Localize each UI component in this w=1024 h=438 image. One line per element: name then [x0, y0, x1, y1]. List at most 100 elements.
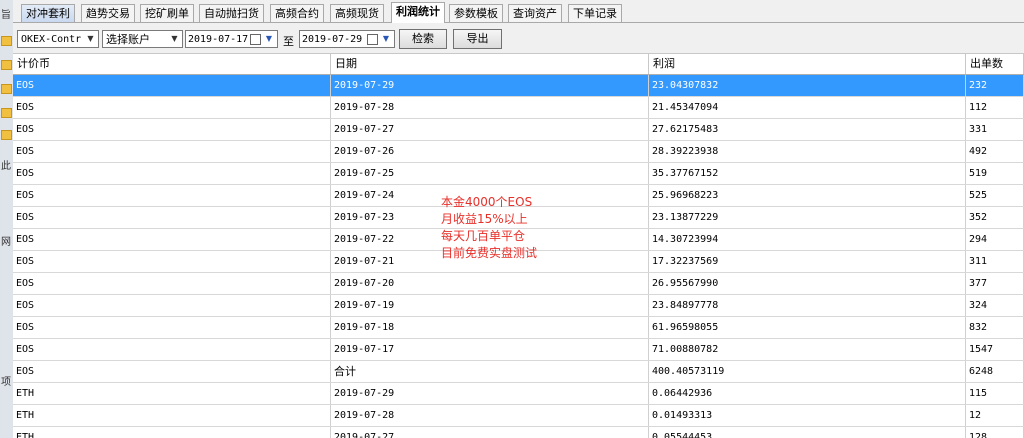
account-select-value: 选择账户 — [106, 33, 150, 46]
tab-trend-trading[interactable]: 趋势交易 — [81, 4, 135, 22]
cell-profit: 0.06442936 — [649, 383, 966, 404]
folder-icon[interactable] — [1, 108, 12, 118]
cell-profit: 71.00880782 — [649, 339, 966, 360]
search-button[interactable]: 检索 — [399, 29, 447, 49]
cell-currency: EOS — [13, 207, 331, 228]
cell-date: 2019-07-28 — [331, 405, 649, 426]
date-to-picker[interactable]: 2019-07-29 ▼ — [299, 30, 395, 48]
cell-order-count: 519 — [966, 163, 1024, 184]
cell-profit: 28.39223938 — [649, 141, 966, 162]
cell-order-count: 232 — [966, 75, 1024, 96]
table-row[interactable]: EOS 2019-07-20 26.95567990 377 — [13, 273, 1024, 295]
tab-hf-spot[interactable]: 高频现货 — [330, 4, 384, 22]
table-row[interactable]: EOS 2019-07-26 28.39223938 492 — [13, 141, 1024, 163]
column-header-order-count[interactable]: 出单数 — [966, 54, 1024, 74]
table-row[interactable]: EOS 2019-07-27 27.62175483 331 — [13, 119, 1024, 141]
table-row[interactable]: EOS 2019-07-17 71.00880782 1547 — [13, 339, 1024, 361]
cell-date: 2019-07-27 — [331, 119, 649, 140]
chevron-down-icon: ▼ — [171, 34, 178, 43]
folder-icon[interactable] — [1, 84, 12, 94]
table-row[interactable]: ETH 2019-07-28 0.01493313 12 — [13, 405, 1024, 427]
table-row[interactable]: ETH 2019-07-27 0.05544453 128 — [13, 427, 1024, 438]
tab-order-records[interactable]: 下单记录 — [568, 4, 622, 22]
cell-order-count: 525 — [966, 185, 1024, 206]
table-row[interactable]: EOS 2019-07-25 35.37767152 519 — [13, 163, 1024, 185]
cell-profit: 21.45347094 — [649, 97, 966, 118]
tab-query-assets[interactable]: 查询资产 — [508, 4, 562, 22]
cell-order-count: 377 — [966, 273, 1024, 294]
cell-profit: 26.95567990 — [649, 273, 966, 294]
table-row[interactable]: EOS 2019-07-29 23.04307832 232 — [13, 75, 1024, 97]
cell-order-count: 128 — [966, 427, 1024, 438]
cell-currency: EOS — [13, 251, 331, 272]
column-header-date[interactable]: 日期 — [331, 54, 649, 74]
cell-date: 2019-07-27 — [331, 427, 649, 438]
promo-annotation: 本金4000个EOS 月收益15%以上 每天几百单平仓 目前免费实盘测试 — [441, 194, 537, 262]
cell-order-count: 112 — [966, 97, 1024, 118]
cell-date: 2019-07-20 — [331, 273, 649, 294]
calendar-icon — [250, 34, 261, 45]
cell-order-count: 115 — [966, 383, 1024, 404]
annotation-line: 月收益15%以上 — [441, 212, 528, 226]
cell-date: 2019-07-26 — [331, 141, 649, 162]
tab-auto-sweep[interactable]: 自动抛扫货 — [199, 4, 264, 22]
left-glyph: 此 — [1, 161, 11, 172]
column-header-currency[interactable]: 计价币 — [13, 54, 331, 74]
table-row[interactable]: ETH 2019-07-29 0.06442936 115 — [13, 383, 1024, 405]
tab-param-templates[interactable]: 参数模板 — [449, 4, 503, 22]
folder-icon[interactable] — [1, 36, 12, 46]
cell-order-count: 832 — [966, 317, 1024, 338]
tab-hedge-arbitrage[interactable]: 对冲套利 — [21, 4, 75, 22]
cell-currency: EOS — [13, 97, 331, 118]
folder-icon[interactable] — [1, 130, 12, 140]
exchange-select-value: OKEX-Contr — [21, 34, 82, 45]
cell-currency: EOS — [13, 273, 331, 294]
column-header-profit[interactable]: 利润 — [649, 54, 966, 74]
cell-order-count: 311 — [966, 251, 1024, 272]
cell-date: 2019-07-25 — [331, 163, 649, 184]
table-row[interactable]: EOS 2019-07-19 23.84897778 324 — [13, 295, 1024, 317]
folder-icon[interactable] — [1, 60, 12, 70]
cell-order-count: 324 — [966, 295, 1024, 316]
cell-currency: EOS — [13, 163, 331, 184]
date-to-value: 2019-07-29 — [302, 34, 363, 45]
exchange-select[interactable]: OKEX-Contr ▼ — [17, 30, 99, 48]
cell-currency: EOS — [13, 339, 331, 360]
chevron-down-icon: ▼ — [382, 34, 390, 43]
left-panel-strip: 旨 此 网 项 — [0, 0, 14, 438]
cell-date: 2019-07-18 — [331, 317, 649, 338]
tab-hf-contract[interactable]: 高频合约 — [270, 4, 324, 22]
cell-date: 2019-07-19 — [331, 295, 649, 316]
cell-currency: ETH — [13, 383, 331, 404]
filter-toolbar: OKEX-Contr ▼ 选择账户 ▼ 2019-07-17 ▼ 至 2019-… — [13, 23, 1024, 54]
cell-currency: EOS — [13, 295, 331, 316]
cell-profit: 0.01493313 — [649, 405, 966, 426]
cell-profit: 14.30723994 — [649, 229, 966, 250]
cell-profit: 23.84897778 — [649, 295, 966, 316]
table-row[interactable]: EOS 2019-07-18 61.96598055 832 — [13, 317, 1024, 339]
cell-profit: 25.96968223 — [649, 185, 966, 206]
annotation-line: 目前免费实盘测试 — [441, 246, 538, 260]
table-row[interactable]: EOS 2019-07-28 21.45347094 112 — [13, 97, 1024, 119]
left-glyph: 项 — [1, 377, 11, 388]
cell-profit: 35.37767152 — [649, 163, 966, 184]
tab-profit-stats[interactable]: 利润统计 — [391, 2, 445, 23]
annotation-line: 每天几百单平仓 — [441, 229, 526, 243]
date-range-to-label: 至 — [283, 35, 294, 48]
left-glyph: 旨 — [1, 10, 11, 21]
cell-order-count: 6248 — [966, 361, 1024, 382]
table-row[interactable]: EOS 合计 400.40573119 6248 — [13, 361, 1024, 383]
cell-currency: EOS — [13, 317, 331, 338]
cell-profit: 61.96598055 — [649, 317, 966, 338]
cell-currency: EOS — [13, 229, 331, 250]
date-from-picker[interactable]: 2019-07-17 ▼ — [185, 30, 278, 48]
export-button[interactable]: 导出 — [453, 29, 502, 49]
cell-currency: EOS — [13, 141, 331, 162]
cell-order-count: 12 — [966, 405, 1024, 426]
tab-bar: 对冲套利 趋势交易 挖矿刷单 自动抛扫货 高频合约 高频现货 利润统计 参数模板… — [13, 0, 1024, 23]
account-select[interactable]: 选择账户 ▼ — [102, 30, 183, 48]
tab-mining-orders[interactable]: 挖矿刷单 — [140, 4, 194, 22]
cell-profit: 23.04307832 — [649, 75, 966, 96]
cell-profit: 400.40573119 — [649, 361, 966, 382]
cell-currency: EOS — [13, 75, 331, 96]
